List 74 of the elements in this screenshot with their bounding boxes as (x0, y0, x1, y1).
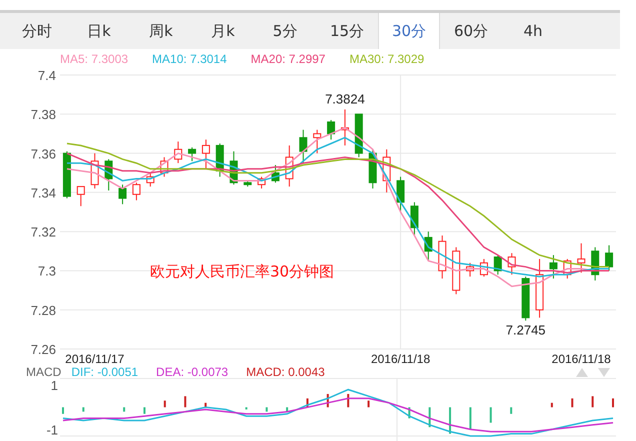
y-axis-label: 7.4 (38, 68, 56, 83)
candlestick (368, 148, 377, 190)
indicator-label: MACD (26, 366, 62, 378)
price-annotation: 7.2745 (506, 322, 546, 338)
y-axis-label: 7.3 (38, 264, 56, 279)
candlestick (438, 234, 446, 280)
candlestick (508, 252, 516, 276)
chart-tab[interactable]: 4h (502, 13, 564, 49)
ma-legend-label: MA20: 7.2997 (250, 52, 326, 66)
y-axis-label: 1 (50, 378, 58, 394)
candlestick (160, 156, 168, 178)
macd-legend-label: DEA: -0.0073 (156, 366, 228, 378)
candlestick (424, 231, 432, 262)
candlestick (299, 129, 308, 164)
triangle-down-icon[interactable] (598, 368, 610, 376)
candlestick (354, 114, 363, 158)
price-annotation: 7.3824 (325, 91, 365, 106)
candlestick (230, 150, 238, 186)
candlestick (104, 158, 113, 191)
candlestick (396, 176, 405, 212)
ma-legend-label: MA5: 7.3003 (60, 52, 128, 66)
chart-tab[interactable]: 5分 (254, 13, 316, 49)
candlestick (577, 242, 586, 274)
chart-tab[interactable]: 60分 (440, 13, 502, 49)
y-axis-label: 7.34 (30, 185, 56, 200)
candlestick (327, 120, 336, 140)
candlestick (605, 244, 614, 272)
candlestick (382, 148, 391, 193)
ma-legend-label: MA30: 7.3029 (349, 52, 424, 66)
candlestick (466, 262, 474, 278)
candlestick (118, 184, 127, 205)
candlestick (202, 139, 210, 170)
candlestick (146, 172, 154, 188)
candlestick (188, 146, 196, 162)
y-axis-label: 7.38 (30, 107, 56, 122)
x-axis-label: 2016/11/18 (552, 352, 611, 366)
y-axis-label: 7.32 (30, 224, 56, 240)
candlestick (174, 141, 182, 164)
triangle-up-icon[interactable] (576, 368, 588, 376)
candlestick (452, 246, 460, 295)
candlestick (563, 258, 572, 280)
x-axis-label: 2016/11/18 (370, 352, 430, 366)
candlestick (271, 164, 280, 184)
candlestick (480, 258, 488, 278)
chart-tab[interactable]: 分时 (6, 13, 68, 49)
candlestick (62, 150, 71, 199)
chart-tab[interactable]: 周k (130, 13, 192, 49)
candlestick (90, 152, 99, 190)
macd-legend-label: MACD: 0.0043 (246, 366, 325, 378)
candlestick (313, 129, 322, 154)
y-axis-label: 7.28 (30, 302, 56, 318)
candlestick (340, 108, 349, 146)
y-axis-label: -1 (46, 422, 58, 438)
y-axis-label: 7.36 (30, 146, 56, 162)
chart-tab[interactable]: 30分 (378, 13, 440, 49)
candlestick (132, 182, 140, 201)
candlestick (494, 254, 502, 276)
candlestick (76, 186, 85, 207)
candlestick (591, 246, 600, 281)
candlestick (258, 176, 266, 190)
y-axis-label: 7.26 (30, 342, 56, 357)
x-axis-label: 2016/11/17 (65, 352, 124, 366)
candlestick (285, 144, 294, 188)
candlestick (216, 143, 224, 178)
chart-title: 欧元对人民币汇率30分钟图 (150, 262, 334, 281)
candlestick (536, 258, 544, 318)
chart-tab[interactable]: 月k (192, 13, 254, 49)
candlestick (522, 276, 530, 322)
candlestick (549, 254, 558, 280)
macd-legend-label: DIF: -0.0051 (71, 366, 138, 378)
candlestick (410, 202, 418, 236)
chart-tab[interactable]: 15分 (316, 13, 378, 49)
chart-tab[interactable]: 日k (68, 13, 130, 49)
ma-legend-label: MA10: 7.3014 (152, 52, 227, 66)
